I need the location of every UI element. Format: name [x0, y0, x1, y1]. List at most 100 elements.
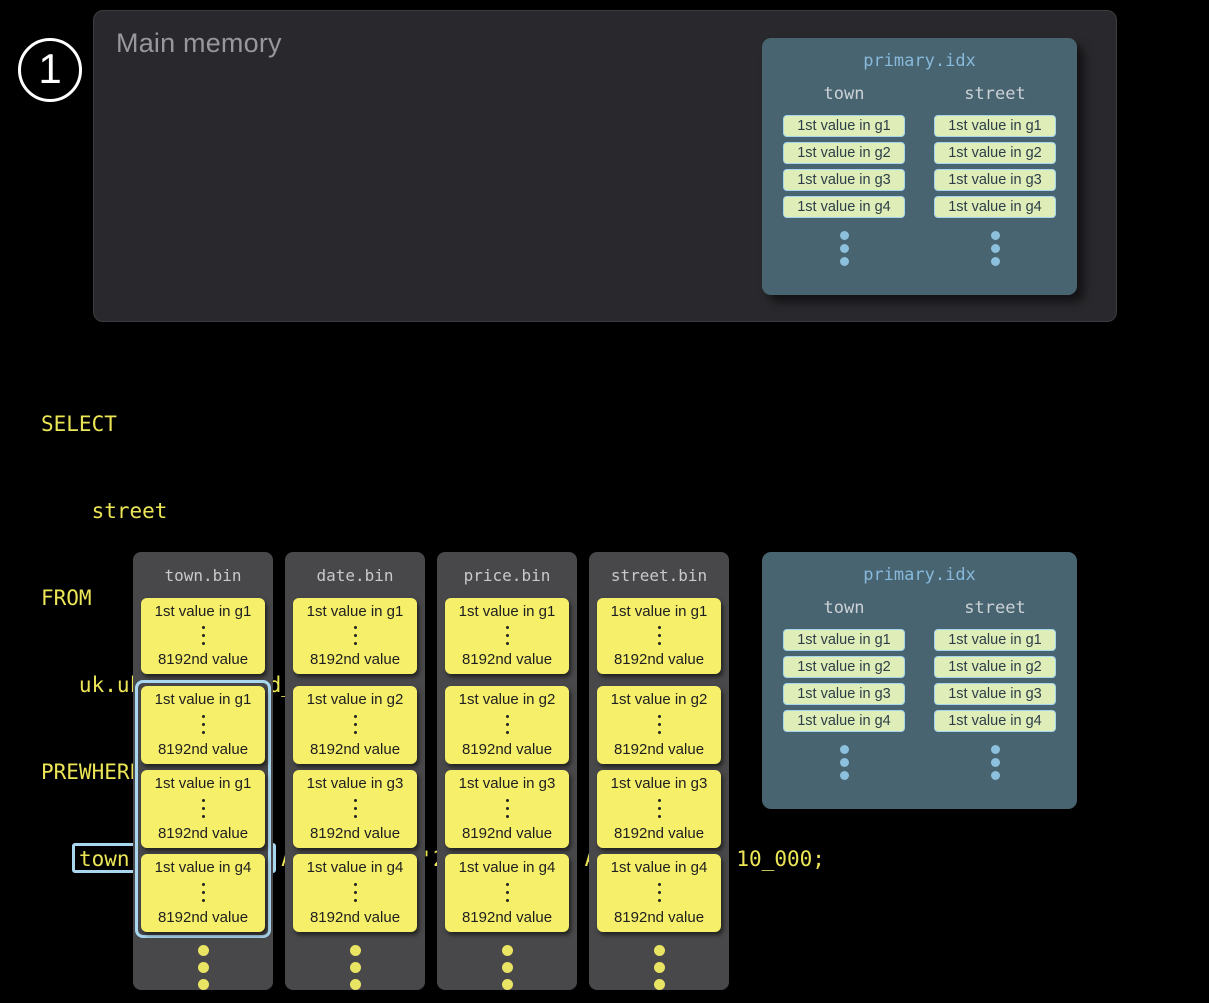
ellipsis-icon — [202, 715, 205, 734]
granule-block: 1st value in g1 8192nd value — [293, 598, 417, 674]
ellipsis-icon — [350, 945, 361, 990]
selected-granules-highlight: 1st value in g1 8192nd value 1st value i… — [135, 680, 271, 938]
granule-last-value: 8192nd value — [462, 651, 552, 668]
index-entry: 1st value in g4 — [783, 710, 905, 732]
granule-first-value: 1st value in g2 — [307, 691, 404, 708]
primary-index-columns: town 1st value in g1 1st value in g2 1st… — [762, 84, 1077, 266]
index-entry: 1st value in g1 — [934, 115, 1056, 137]
granule-first-value: 1st value in g2 — [611, 691, 708, 708]
granule-last-value: 8192nd value — [614, 651, 704, 668]
index-entry: 1st value in g2 — [934, 142, 1056, 164]
column-header-street: street — [964, 84, 1025, 104]
index-entry: 1st value in g3 — [783, 683, 905, 705]
granule-block: 1st value in g2 8192nd value — [293, 686, 417, 764]
granule-first-value: 1st value in g4 — [307, 859, 404, 876]
index-entry: 1st value in g3 — [934, 169, 1056, 191]
ellipsis-icon — [502, 945, 513, 990]
granule-block: 1st value in g1 8192nd value — [597, 598, 721, 674]
granule-last-value: 8192nd value — [158, 825, 248, 842]
granule-first-value: 1st value in g1 — [155, 775, 252, 792]
index-entry: 1st value in g3 — [783, 169, 905, 191]
granule-block: 1st value in g3 8192nd value — [293, 770, 417, 848]
granule-block: 1st value in g4 8192nd value — [293, 854, 417, 932]
column-header-street: street — [964, 598, 1025, 618]
primary-index-column-street: street 1st value in g1 1st value in g2 1… — [934, 84, 1056, 266]
ellipsis-icon — [202, 883, 205, 902]
granule-first-value: 1st value in g3 — [459, 775, 556, 792]
granule-first-value: 1st value in g1 — [307, 603, 404, 620]
granule-first-value: 1st value in g3 — [307, 775, 404, 792]
index-entry: 1st value in g4 — [783, 196, 905, 218]
granule-first-value: 1st value in g1 — [155, 691, 252, 708]
granule-last-value: 8192nd value — [462, 825, 552, 842]
granule-first-value: 1st value in g3 — [611, 775, 708, 792]
bin-title: price.bin — [464, 566, 551, 586]
granule-block: 1st value in g4 8192nd value — [597, 854, 721, 932]
ellipsis-icon — [840, 745, 849, 780]
primary-index-column-town: town 1st value in g1 1st value in g2 1st… — [783, 598, 905, 780]
diagram-canvas: 1 Main memory primary.idx town 1st value… — [0, 0, 1209, 1003]
ellipsis-icon — [506, 626, 509, 645]
ellipsis-icon — [354, 799, 357, 818]
granule-block: 1st value in g1 8192nd value — [445, 598, 569, 674]
index-entry: 1st value in g2 — [783, 656, 905, 678]
granule-first-value: 1st value in g2 — [459, 691, 556, 708]
ellipsis-icon — [354, 715, 357, 734]
index-entry: 1st value in g4 — [934, 196, 1056, 218]
primary-index-column-street: street 1st value in g1 1st value in g2 1… — [934, 598, 1056, 780]
ellipsis-icon — [506, 799, 509, 818]
column-header-town: town — [824, 84, 865, 104]
primary-index-panel-memory: primary.idx town 1st value in g1 1st val… — [762, 38, 1077, 295]
granule-group: 1st value in g2 8192nd value 1st value i… — [591, 680, 727, 938]
ellipsis-icon — [991, 745, 1000, 780]
granule-first-value: 1st value in g4 — [459, 859, 556, 876]
granule-block: 1st value in g1 8192nd value — [141, 770, 265, 848]
primary-index-title: primary.idx — [762, 51, 1077, 71]
index-entry: 1st value in g1 — [783, 629, 905, 651]
primary-index-panel-disk: primary.idx town 1st value in g1 1st val… — [762, 552, 1077, 809]
granule-first-value: 1st value in g1 — [611, 603, 708, 620]
ellipsis-icon — [658, 626, 661, 645]
main-memory-title: Main memory — [116, 28, 282, 59]
granule-last-value: 8192nd value — [310, 825, 400, 842]
ellipsis-icon — [658, 799, 661, 818]
bin-column-street: street.bin 1st value in g1 8192nd value … — [589, 552, 729, 990]
ellipsis-icon — [658, 715, 661, 734]
index-entry: 1st value in g2 — [934, 656, 1056, 678]
granule-group: 1st value in g2 8192nd value 1st value i… — [287, 680, 423, 938]
step-number-badge: 1 — [18, 38, 82, 102]
bin-title: street.bin — [611, 566, 707, 586]
granule-block: 1st value in g4 8192nd value — [141, 854, 265, 932]
granule-first-value: 1st value in g1 — [155, 603, 252, 620]
ellipsis-icon — [506, 883, 509, 902]
granule-block: 1st value in g4 8192nd value — [445, 854, 569, 932]
primary-index-column-town: town 1st value in g1 1st value in g2 1st… — [783, 84, 905, 266]
granule-last-value: 8192nd value — [614, 909, 704, 926]
granule-last-value: 8192nd value — [614, 741, 704, 758]
granule-first-value: 1st value in g1 — [459, 603, 556, 620]
granule-block: 1st value in g1 8192nd value — [141, 686, 265, 764]
granule-last-value: 8192nd value — [462, 909, 552, 926]
column-files-row: town.bin 1st value in g1 8192nd value 1s… — [133, 552, 729, 990]
ellipsis-icon — [202, 799, 205, 818]
ellipsis-icon — [991, 231, 1000, 266]
bin-title: date.bin — [316, 566, 393, 586]
index-entry: 1st value in g1 — [783, 115, 905, 137]
index-entry: 1st value in g3 — [934, 683, 1056, 705]
sql-indent — [41, 847, 79, 871]
granule-first-value: 1st value in g4 — [155, 859, 252, 876]
granule-last-value: 8192nd value — [310, 741, 400, 758]
granule-last-value: 8192nd value — [614, 825, 704, 842]
granule-last-value: 8192nd value — [310, 651, 400, 668]
bin-column-date: date.bin 1st value in g1 8192nd value 1s… — [285, 552, 425, 990]
ellipsis-icon — [354, 626, 357, 645]
bin-column-town: town.bin 1st value in g1 8192nd value 1s… — [133, 552, 273, 990]
granule-last-value: 8192nd value — [158, 741, 248, 758]
ellipsis-icon — [202, 626, 205, 645]
ellipsis-icon — [354, 883, 357, 902]
granule-last-value: 8192nd value — [310, 909, 400, 926]
column-header-town: town — [824, 598, 865, 618]
primary-index-title: primary.idx — [762, 565, 1077, 585]
sql-line-select: SELECT — [41, 410, 825, 439]
ellipsis-icon — [840, 231, 849, 266]
